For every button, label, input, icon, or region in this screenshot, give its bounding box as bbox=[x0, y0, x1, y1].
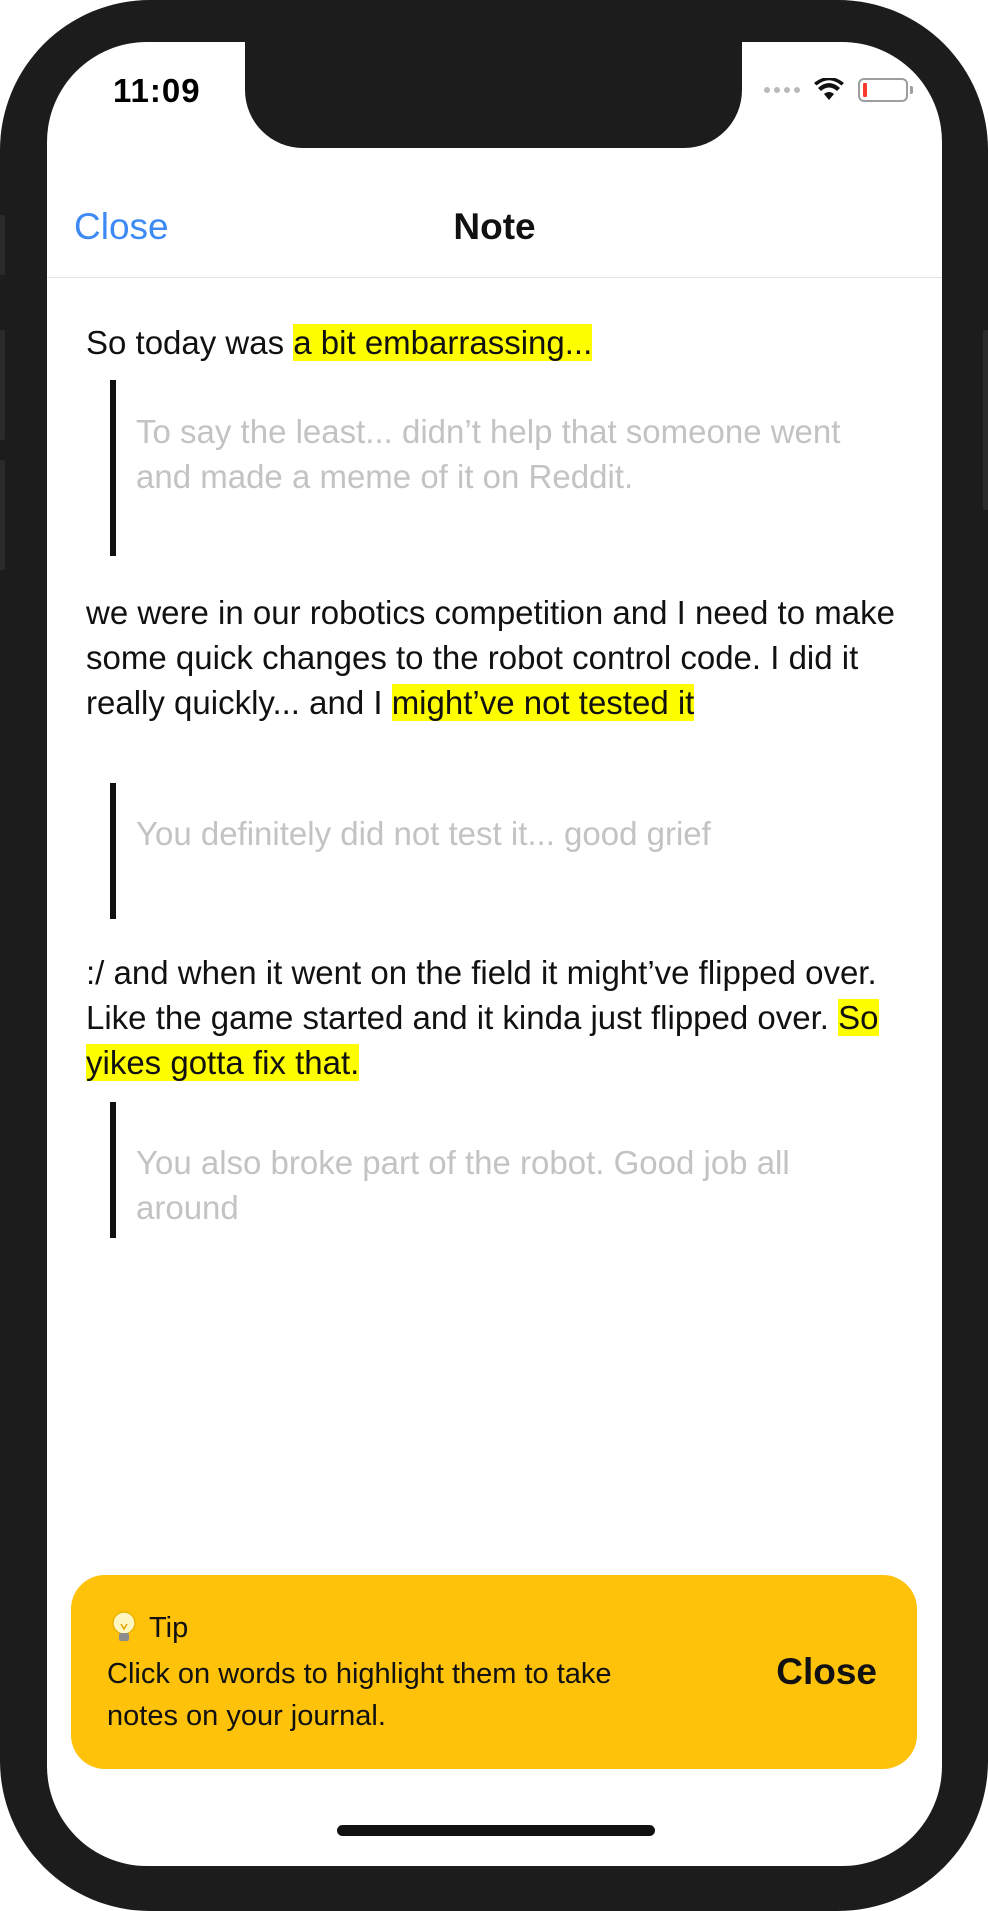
journal-paragraph[interactable]: :/ and when it went on the field it migh… bbox=[86, 950, 906, 1085]
mute-switch bbox=[0, 215, 5, 275]
note-text: You also broke part of the robot. Good j… bbox=[136, 1144, 790, 1226]
paragraph-text[interactable]: So today was bbox=[86, 324, 293, 361]
page-title: Note bbox=[453, 206, 536, 247]
note-quote: To say the least... didn’t help that som… bbox=[110, 380, 886, 556]
note-quote: You definitely did not test it... good g… bbox=[110, 783, 886, 919]
cell-signal-icon bbox=[764, 87, 800, 93]
notch bbox=[245, 42, 742, 148]
highlighted-text[interactable]: a bit embarrassing... bbox=[293, 324, 593, 361]
tip-title: Tip bbox=[149, 1611, 189, 1644]
note-text: You definitely did not test it... good g… bbox=[136, 815, 711, 852]
power-button bbox=[983, 330, 988, 510]
tip-body: Click on words to highlight them to take… bbox=[107, 1658, 612, 1732]
home-indicator[interactable] bbox=[337, 1825, 655, 1836]
lightbulb-icon bbox=[112, 1611, 136, 1641]
screen: 11:09 Close Note So today was a bit emba… bbox=[47, 42, 942, 1866]
note-quote: You also broke part of the robot. Good j… bbox=[110, 1102, 886, 1238]
tip-close-button[interactable]: Close bbox=[776, 1651, 877, 1693]
tip-header: Tip bbox=[111, 1611, 188, 1645]
status-indicators bbox=[764, 78, 913, 102]
journal-paragraph[interactable]: we were in our robotics competition and … bbox=[86, 590, 906, 725]
battery-icon bbox=[858, 78, 913, 102]
tip-banner: Tip Click on words to highlight them to … bbox=[71, 1575, 917, 1769]
nav-bar: Close Note bbox=[47, 162, 942, 278]
note-text: To say the least... didn’t help that som… bbox=[136, 413, 841, 495]
volume-down-button bbox=[0, 460, 5, 570]
highlighted-text[interactable]: might’ve not tested it bbox=[391, 684, 695, 721]
journal-paragraph[interactable]: So today was a bit embarrassing... bbox=[86, 320, 906, 365]
wifi-icon bbox=[814, 78, 844, 100]
paragraph-text[interactable]: :/ and when it went on the field it migh… bbox=[86, 954, 877, 1036]
volume-up-button bbox=[0, 330, 5, 440]
phone-frame: 11:09 Close Note So today was a bit emba… bbox=[0, 0, 988, 1911]
status-time: 11:09 bbox=[113, 72, 201, 109]
